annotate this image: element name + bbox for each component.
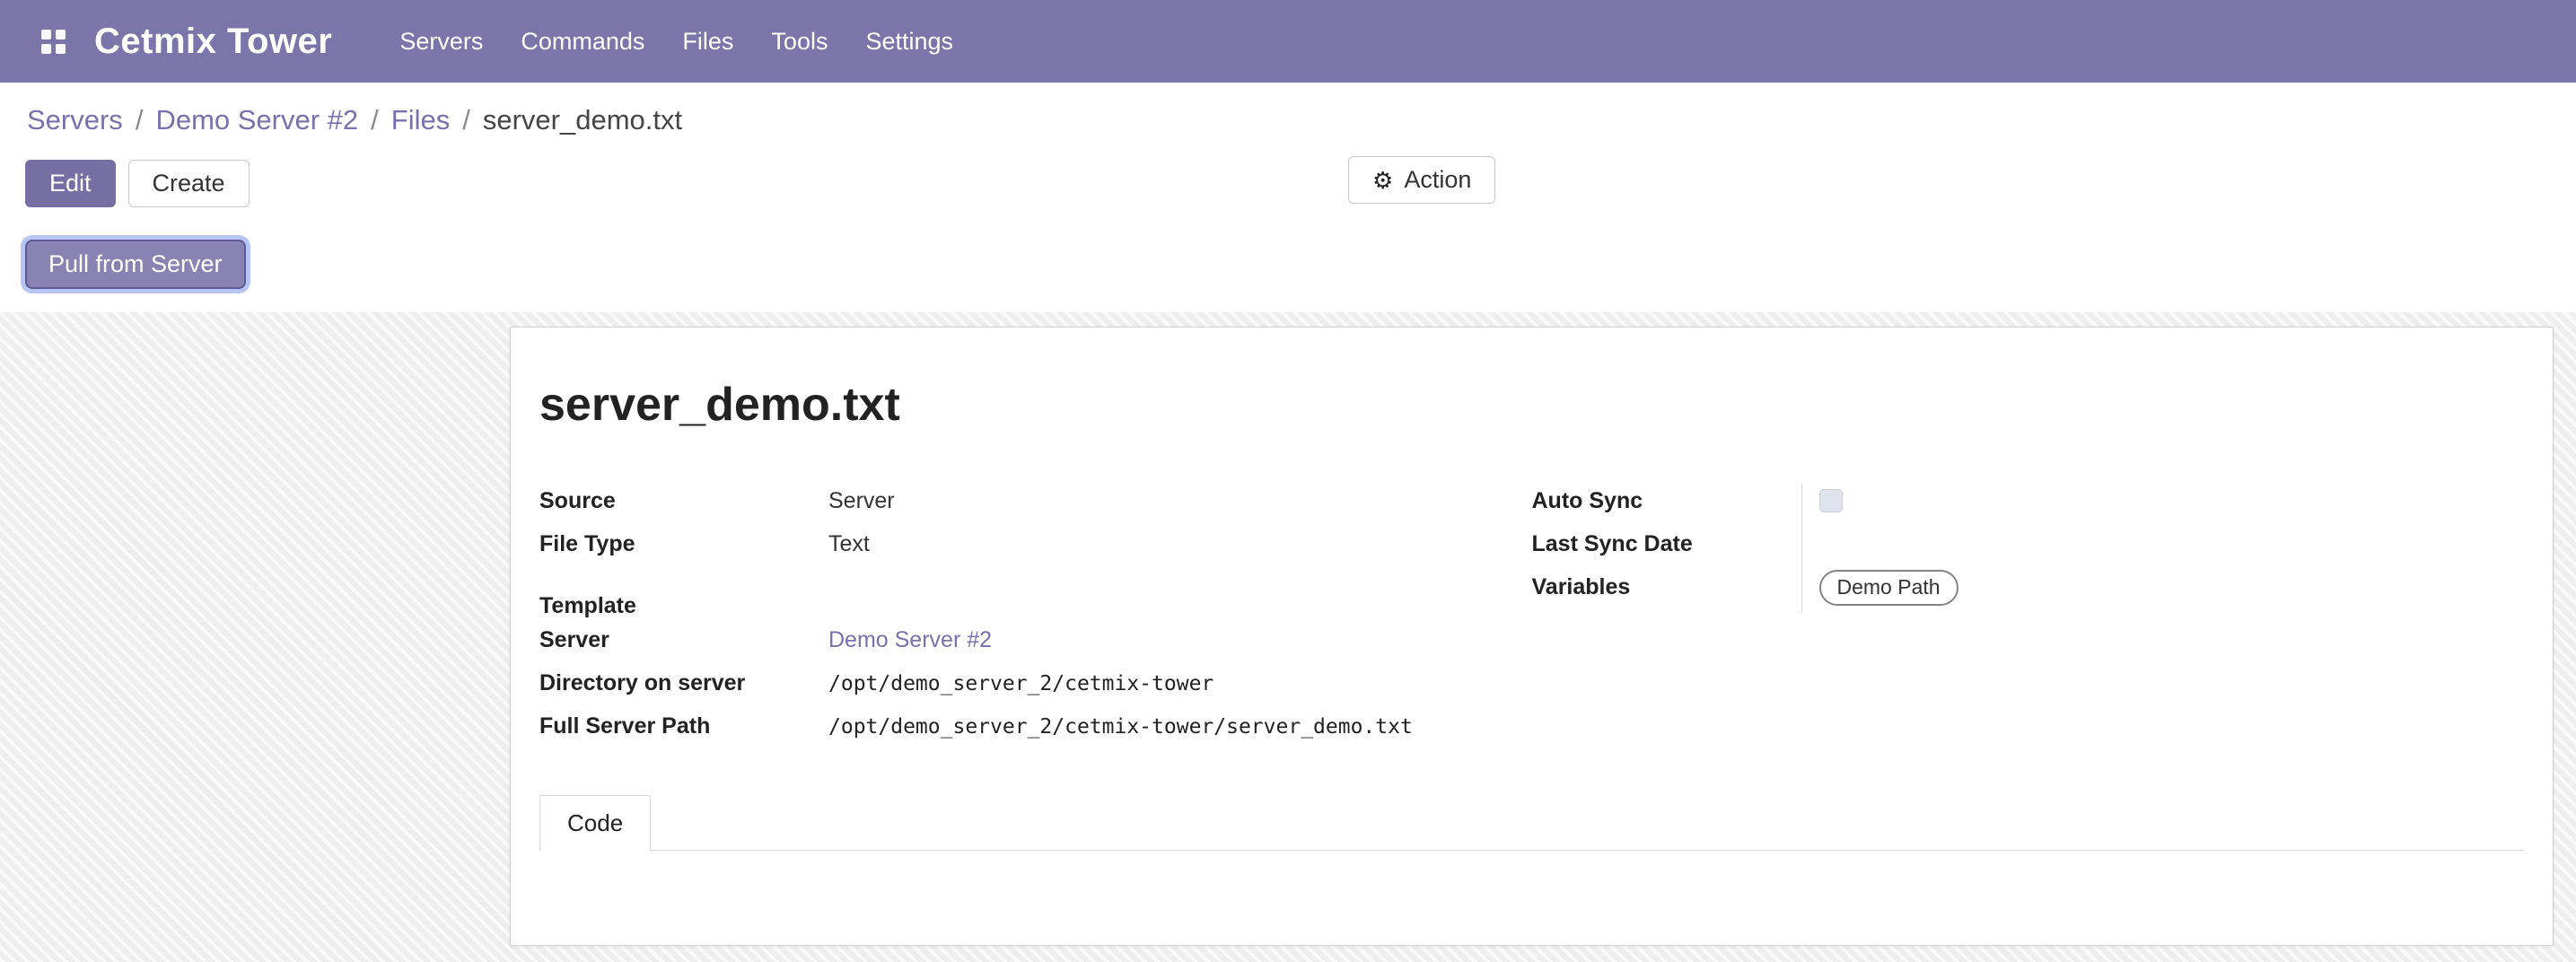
field-label-variables: Variables	[1532, 570, 1801, 604]
field-row-source: SourceServer	[539, 484, 1532, 527]
field-row-server: ServerDemo Server #2	[539, 623, 1532, 666]
record-actions-row: Pull from Server	[0, 220, 2576, 312]
field-row-auto-sync: Auto Sync	[1532, 484, 2525, 527]
edit-button[interactable]: Edit	[25, 160, 116, 207]
field-value-directory-on-server: /opt/demo_server_2/cetmix-tower	[828, 666, 1532, 709]
create-button[interactable]: Create	[128, 160, 250, 207]
tab-code[interactable]: Code	[539, 795, 651, 851]
menu-files[interactable]: Files	[663, 0, 752, 83]
breadcrumb-link-demo-server-2[interactable]: Demo Server #2	[155, 104, 358, 136]
menu-servers[interactable]: Servers	[381, 0, 502, 83]
field-code-directory-on-server: /opt/demo_server_2/cetmix-tower	[828, 672, 1214, 695]
field-row-variables: Variables Demo Path	[1532, 570, 2525, 613]
field-groups: SourceServerFile TypeTextTemplateServerD…	[539, 484, 2524, 752]
action-button-label: Action	[1404, 166, 1471, 194]
field-value-full-server-path: /opt/demo_server_2/cetmix-tower/server_d…	[828, 709, 1532, 752]
top-menu: ServersCommandsFilesToolsSettings	[381, 0, 972, 83]
menu-commands[interactable]: Commands	[502, 0, 663, 83]
field-group-right: Auto Sync Last Sync Date Variables Demo Pat…	[1532, 484, 2525, 752]
top-navbar: Cetmix Tower ServersCommandsFilesToolsSe…	[0, 0, 2576, 83]
content-area: server_demo.txt SourceServerFile TypeTex…	[0, 312, 2576, 962]
field-label-file-type: File Type	[539, 527, 828, 561]
breadcrumb-row: Servers / Demo Server #2 / Files / server_demo…	[0, 83, 2576, 142]
gear-icon: ⚙	[1372, 169, 1393, 192]
menu-tools[interactable]: Tools	[752, 0, 846, 83]
field-value-variables: Demo Path	[1801, 570, 2525, 613]
breadcrumb-separator: /	[371, 104, 379, 136]
action-button[interactable]: ⚙ Action	[1348, 156, 1495, 204]
field-group-left: SourceServerFile TypeTextTemplateServerD…	[539, 484, 1532, 752]
checkbox-auto-sync[interactable]	[1819, 489, 1843, 512]
field-code-full-server-path: /opt/demo_server_2/cetmix-tower/server_d…	[828, 715, 1413, 739]
tab-content	[539, 851, 2524, 931]
field-label-source: Source	[539, 484, 828, 518]
field-row-full-server-path: Full Server Path/opt/demo_server_2/cetmi…	[539, 709, 1532, 752]
brand-title[interactable]: Cetmix Tower	[94, 22, 332, 62]
field-label-auto-sync: Auto Sync	[1532, 484, 1801, 518]
field-row-template: Template	[539, 570, 1532, 623]
field-value-last-sync-date	[1801, 527, 2525, 570]
field-value-auto-sync	[1801, 484, 2525, 527]
field-row-directory-on-server: Directory on server/opt/demo_server_2/ce…	[539, 666, 1532, 709]
field-row-last-sync-date: Last Sync Date	[1532, 527, 2525, 570]
field-row-file-type: File TypeText	[539, 527, 1532, 570]
menu-settings[interactable]: Settings	[846, 0, 972, 83]
field-label-template: Template	[539, 589, 828, 623]
breadcrumb-link-servers[interactable]: Servers	[27, 104, 123, 136]
pull-from-server-button[interactable]: Pull from Server	[25, 240, 246, 289]
breadcrumb-link-files[interactable]: Files	[391, 104, 450, 136]
breadcrumb-separator: /	[136, 104, 144, 136]
field-label-server: Server	[539, 623, 828, 657]
field-label-directory-on-server: Directory on server	[539, 666, 828, 700]
tag-demo-path[interactable]: Demo Path	[1819, 570, 1958, 606]
breadcrumb-current: server_demo.txt	[483, 104, 682, 136]
record-title: server_demo.txt	[539, 328, 2524, 432]
toolbar: Edit Create ⚙ Action	[0, 142, 2576, 220]
field-label-last-sync-date: Last Sync Date	[1532, 527, 1801, 561]
field-value-template	[828, 570, 1532, 613]
field-value-server: Demo Server #2	[828, 623, 1532, 666]
apps-grid-squares	[41, 30, 66, 54]
field-value-file-type: Text	[828, 527, 1532, 570]
notebook-tabs: Code	[539, 795, 2524, 851]
breadcrumb-separator: /	[462, 104, 470, 136]
breadcrumb: Servers / Demo Server #2 / Files / server_demo…	[27, 104, 2549, 136]
control-panel: Servers / Demo Server #2 / Files / server_demo…	[0, 83, 2576, 312]
app-window: Cetmix Tower ServersCommandsFilesToolsSe…	[0, 0, 2576, 962]
field-value-source: Server	[828, 484, 1532, 527]
field-label-full-server-path: Full Server Path	[539, 709, 828, 743]
form-sheet: server_demo.txt SourceServerFile TypeTex…	[510, 327, 2554, 946]
apps-grid-icon[interactable]	[27, 17, 80, 66]
field-link-server[interactable]: Demo Server #2	[828, 627, 992, 652]
